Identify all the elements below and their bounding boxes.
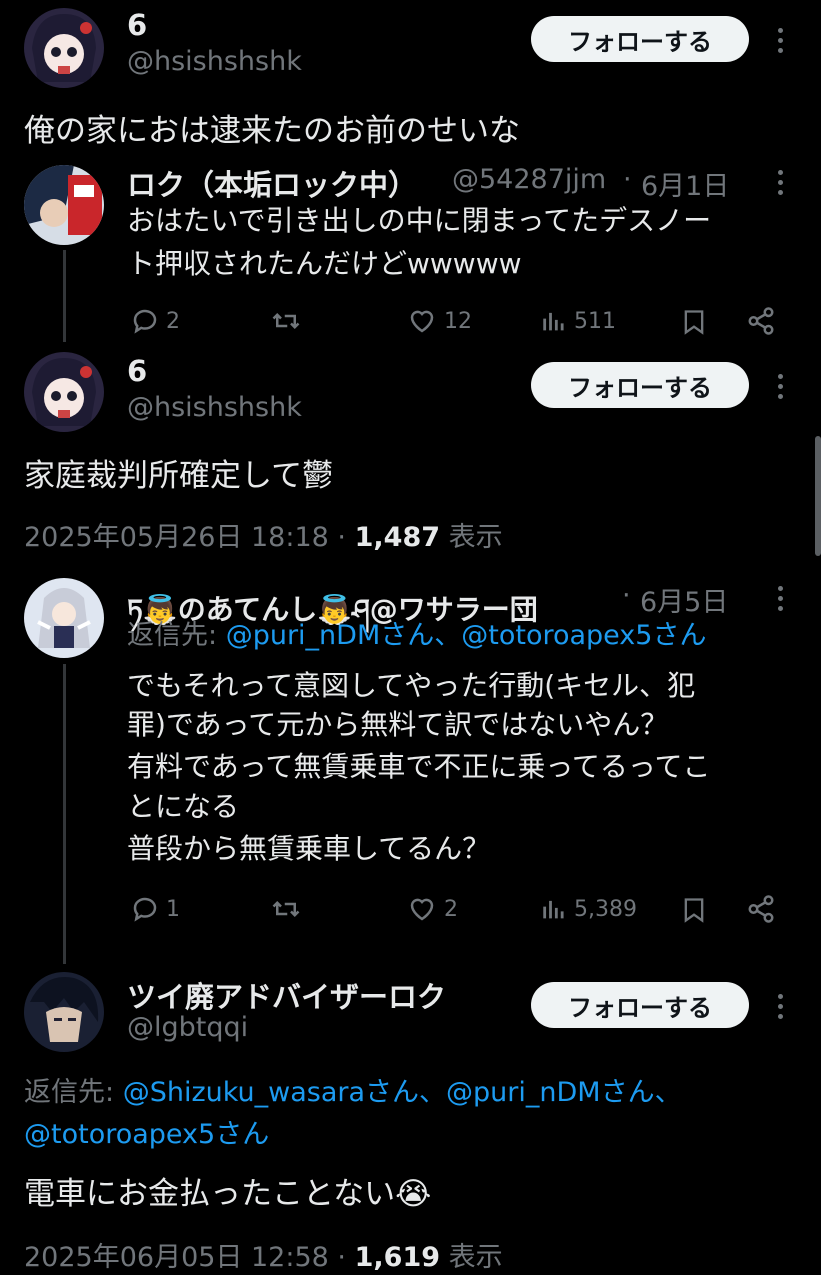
author-name[interactable]: 6: [127, 354, 147, 388]
reply-to-users[interactable]: @puri_nDMさん、@totoroapex5さん: [226, 620, 707, 651]
like-button[interactable]: 12: [406, 306, 472, 336]
more-options-icon[interactable]: [768, 164, 792, 200]
analytics-icon: [543, 900, 564, 919]
analytics-icon: [543, 312, 564, 331]
tweet-text-line: 罪)であって元から無料て訳ではないやん？: [127, 708, 669, 741]
tweet-text: 家庭裁判所確定して鬱: [24, 458, 334, 494]
view-count: 511: [574, 308, 616, 334]
separator: ·: [337, 1242, 347, 1273]
bookmark-icon: [684, 898, 704, 923]
view-count: 1,619: [354, 1242, 441, 1273]
author-handle[interactable]: @hsishshshk: [127, 392, 302, 423]
tweet-text-line: おはたいで引き出しの中に閉まってたデスノー: [127, 204, 712, 237]
like-count: 2: [444, 896, 458, 922]
timestamp[interactable]: 2025年05月26日 18:18: [24, 522, 329, 553]
bookmark-button[interactable]: [680, 306, 708, 338]
tweet-meta: 2025年06月05日 12:58 · 1,619 表示: [24, 1235, 503, 1274]
avatar[interactable]: [24, 165, 104, 245]
tweet-text: 俺の家におは逮来たのお前のせいな: [24, 113, 520, 149]
retweet-button[interactable]: [270, 894, 302, 924]
tweet-text-line: ト押収されたんだけどwwwww: [127, 247, 522, 280]
author-name[interactable]: 6: [127, 8, 147, 42]
share-icon: [748, 307, 774, 335]
separator: ·: [337, 522, 347, 553]
separator: ·: [623, 164, 632, 195]
tweet-text-line: 有料であって無賃乗車で不正に乗ってるってこ: [127, 750, 711, 783]
reply-to-label: 返信先:: [127, 620, 218, 651]
reply-count: 1: [166, 896, 180, 922]
more-options-icon[interactable]: [768, 988, 792, 1024]
avatar[interactable]: [24, 352, 104, 432]
reply-button[interactable]: 2: [130, 306, 180, 336]
views-label: 表示: [448, 522, 503, 553]
views-button[interactable]: 5,389: [540, 894, 637, 924]
tweet-text-line: とになる: [127, 790, 240, 823]
heart-icon: [410, 898, 434, 921]
tweet-meta: 2025年05月26日 18:18 · 1,487 表示: [24, 515, 503, 554]
share-button[interactable]: [746, 306, 776, 336]
like-button[interactable]: 2: [406, 894, 458, 924]
reply-icon: [133, 897, 157, 922]
tweet-text-line: 普段から無賃乗車してるん？: [127, 832, 491, 865]
more-options-icon[interactable]: [768, 368, 792, 404]
share-button[interactable]: [746, 894, 776, 924]
reply-to: 返信先: @Shizuku_wasaraさん、@puri_nDMさん、: [24, 1071, 682, 1114]
reply-to-users[interactable]: @Shizuku_wasaraさん、@puri_nDMさん、: [123, 1077, 682, 1108]
reply-button[interactable]: 1: [130, 894, 180, 924]
author-handle[interactable]: @54287jjm: [452, 164, 606, 195]
author-handle[interactable]: @lgbtqqi: [127, 1012, 248, 1043]
timestamp[interactable]: 2025年06月05日 12:58: [24, 1242, 329, 1273]
more-options-icon[interactable]: [768, 580, 792, 616]
reply-to-label: 返信先:: [24, 1077, 115, 1108]
post-date[interactable]: 6月1日: [641, 164, 729, 203]
retweet-icon: [272, 900, 300, 918]
share-icon: [748, 895, 774, 923]
view-count: 1,487: [354, 522, 441, 553]
reply-icon: [133, 309, 157, 334]
author-handle[interactable]: @hsishshshk: [127, 46, 302, 77]
avatar[interactable]: [24, 578, 104, 658]
view-count: 5,389: [574, 896, 637, 922]
more-options-icon[interactable]: [768, 22, 792, 58]
retweet-icon: [272, 312, 300, 330]
follow-button[interactable]: フォローする: [531, 16, 749, 62]
avatar[interactable]: [24, 972, 104, 1052]
tweet-text-line: でもそれって意図してやった行動(キセル、犯: [127, 669, 696, 702]
reply-count: 2: [166, 308, 180, 334]
bookmark-button[interactable]: [680, 894, 708, 926]
avatar[interactable]: [24, 8, 104, 88]
separator: ·: [622, 580, 631, 611]
like-count: 12: [444, 308, 472, 334]
scrollbar[interactable]: [815, 436, 821, 556]
tweet-text: 電車にお金払ったことない😭: [24, 1176, 432, 1212]
heart-icon: [410, 310, 434, 333]
thread-line: [63, 250, 66, 342]
author-name[interactable]: ツイ廃アドバイザーロク: [127, 974, 446, 1016]
retweet-button[interactable]: [270, 306, 302, 336]
reply-to-users[interactable]: @totoroapex5さん: [24, 1113, 269, 1156]
thread-line: [63, 664, 66, 964]
follow-button[interactable]: フォローする: [531, 362, 749, 408]
reply-to: 返信先: @puri_nDMさん、@totoroapex5さん: [127, 614, 706, 657]
views-label: 表示: [448, 1242, 503, 1273]
bookmark-icon: [684, 310, 704, 335]
views-button[interactable]: 511: [540, 306, 616, 336]
author-name[interactable]: ロク（本垢ロック中）: [127, 162, 417, 204]
follow-button[interactable]: フォローする: [531, 982, 749, 1028]
